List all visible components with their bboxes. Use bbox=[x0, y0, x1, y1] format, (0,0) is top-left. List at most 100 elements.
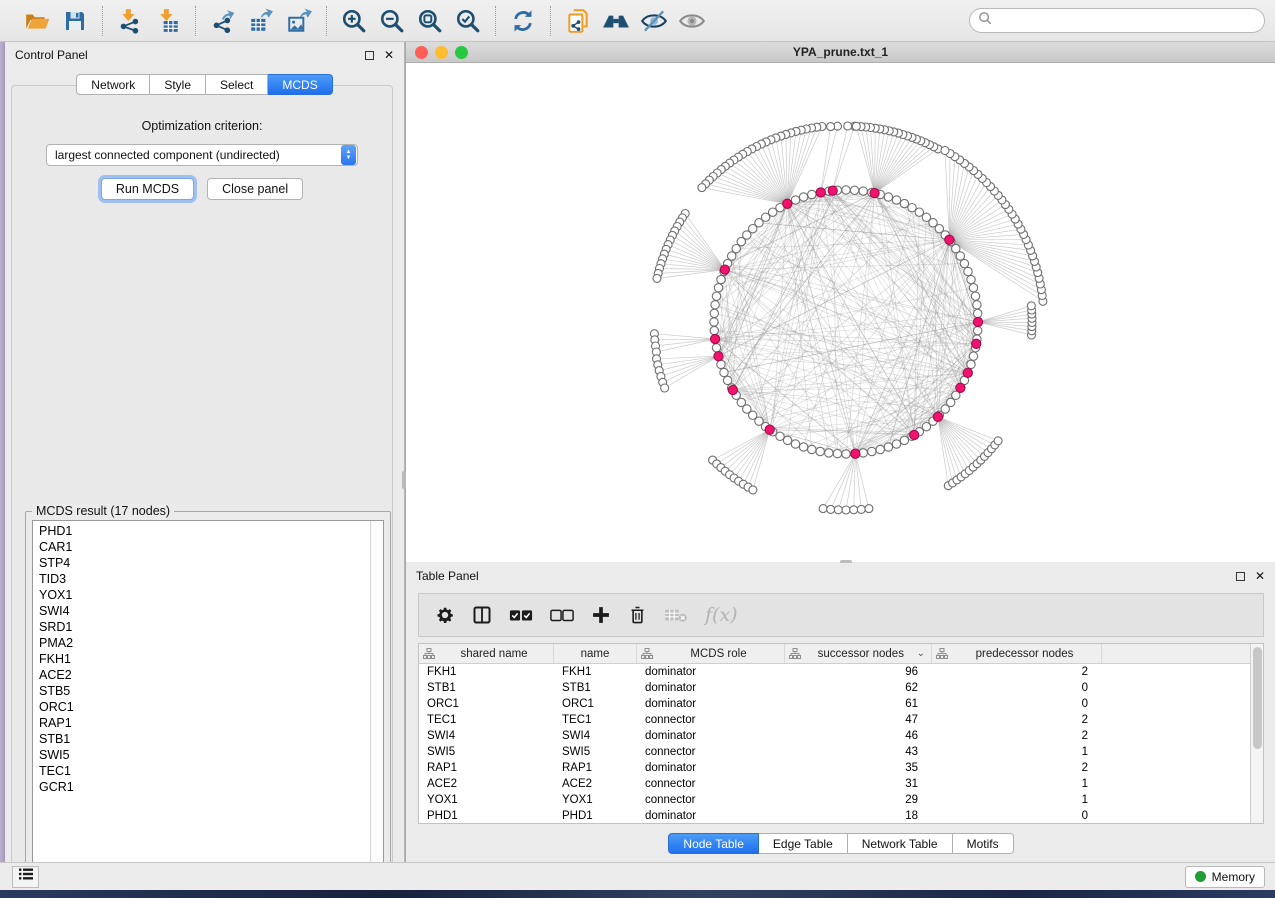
table-row[interactable]: PHD1PHD1dominator180 bbox=[419, 808, 1250, 823]
first-neighbors-button[interactable] bbox=[601, 6, 631, 36]
show-graphics-details-button[interactable] bbox=[677, 6, 707, 36]
table-row[interactable]: ORC1ORC1dominator610 bbox=[419, 696, 1250, 712]
table-row[interactable]: TEC1TEC1connector472 bbox=[419, 712, 1250, 728]
mcds-result-item[interactable]: ACE2 bbox=[39, 667, 370, 683]
close-window-icon[interactable] bbox=[415, 46, 428, 59]
mcds-result-item[interactable]: FKH1 bbox=[39, 651, 370, 667]
tab-mcds[interactable]: MCDS bbox=[268, 74, 332, 95]
cell-name[interactable]: SWI4 bbox=[554, 728, 637, 744]
column-header-predecessor-nodes[interactable]: predecessor nodes bbox=[932, 644, 1102, 663]
tab-select[interactable]: Select bbox=[206, 74, 268, 95]
close-panel-icon[interactable]: ✕ bbox=[384, 49, 394, 61]
cell-MCDS-role[interactable]: dominator bbox=[637, 664, 785, 680]
memory-button[interactable]: Memory bbox=[1185, 866, 1265, 888]
cell-successor-nodes[interactable]: 47 bbox=[785, 712, 932, 728]
table-row[interactable]: STB1STB1dominator620 bbox=[419, 680, 1250, 696]
mcds-result-item[interactable]: TEC1 bbox=[39, 763, 370, 779]
vertical-splitter-handle[interactable] bbox=[402, 471, 406, 489]
cell-predecessor-nodes[interactable]: 2 bbox=[932, 728, 1102, 744]
cell-name[interactable]: ACE2 bbox=[554, 776, 637, 792]
column-header-MCDS-role[interactable]: MCDS role bbox=[637, 644, 785, 663]
cell-successor-nodes[interactable]: 18 bbox=[785, 808, 932, 823]
tab-motifs[interactable]: Motifs bbox=[953, 833, 1014, 854]
mcds-result-item[interactable]: GCR1 bbox=[39, 779, 370, 795]
mcds-result-item[interactable]: PHD1 bbox=[39, 523, 370, 539]
cell-successor-nodes[interactable]: 29 bbox=[785, 792, 932, 808]
cell-name[interactable]: STB1 bbox=[554, 680, 637, 696]
cell-shared-name[interactable]: ORC1 bbox=[419, 696, 554, 712]
column-header-successor-nodes[interactable]: successor nodes⌄ bbox=[785, 644, 932, 663]
search-input[interactable] bbox=[993, 11, 1264, 31]
zoom-selected-button[interactable] bbox=[453, 6, 483, 36]
column-selector-button[interactable] bbox=[472, 602, 492, 628]
clear-table-button[interactable] bbox=[664, 602, 688, 628]
cell-predecessor-nodes[interactable]: 1 bbox=[932, 776, 1102, 792]
mcds-result-item[interactable]: SWI4 bbox=[39, 603, 370, 619]
column-header-name[interactable]: name bbox=[554, 644, 637, 663]
mcds-result-item[interactable]: YOX1 bbox=[39, 587, 370, 603]
zoom-in-button[interactable] bbox=[339, 6, 369, 36]
cell-MCDS-role[interactable]: connector bbox=[637, 744, 785, 760]
delete-column-button[interactable] bbox=[628, 602, 647, 628]
search-box[interactable] bbox=[969, 8, 1265, 33]
mcds-result-item[interactable]: SWI5 bbox=[39, 747, 370, 763]
mcds-result-item[interactable]: SRD1 bbox=[39, 619, 370, 635]
cell-successor-nodes[interactable]: 96 bbox=[785, 664, 932, 680]
cell-MCDS-role[interactable]: connector bbox=[637, 776, 785, 792]
select-all-rows-button[interactable] bbox=[509, 602, 533, 628]
cell-MCDS-role[interactable]: dominator bbox=[637, 760, 785, 776]
cell-MCDS-role[interactable]: dominator bbox=[637, 728, 785, 744]
cell-name[interactable]: SWI5 bbox=[554, 744, 637, 760]
clone-network-button[interactable] bbox=[563, 6, 593, 36]
mcds-result-item[interactable]: CAR1 bbox=[39, 539, 370, 555]
mcds-result-list[interactable]: PHD1CAR1STP4TID3YOX1SWI4SRD1PMA2FKH1ACE2… bbox=[32, 520, 384, 876]
tab-node-table[interactable]: Node Table bbox=[668, 833, 759, 854]
close-panel-button[interactable]: Close panel bbox=[207, 178, 303, 200]
cell-successor-nodes[interactable]: 46 bbox=[785, 728, 932, 744]
cell-name[interactable]: PHD1 bbox=[554, 808, 637, 823]
add-column-button[interactable] bbox=[591, 602, 611, 628]
cell-shared-name[interactable]: SWI5 bbox=[419, 744, 554, 760]
cell-predecessor-nodes[interactable]: 2 bbox=[932, 760, 1102, 776]
mcds-result-item[interactable]: STB5 bbox=[39, 683, 370, 699]
chevron-down-icon[interactable]: ⌄ bbox=[917, 648, 925, 659]
close-panel-icon[interactable]: ✕ bbox=[1255, 570, 1265, 582]
save-session-button[interactable] bbox=[60, 6, 90, 36]
cell-MCDS-role[interactable]: dominator bbox=[637, 808, 785, 823]
cell-name[interactable]: ORC1 bbox=[554, 696, 637, 712]
tab-network[interactable]: Network bbox=[76, 74, 150, 95]
cell-shared-name[interactable]: RAP1 bbox=[419, 760, 554, 776]
cell-successor-nodes[interactable]: 35 bbox=[785, 760, 932, 776]
table-row[interactable]: RAP1RAP1dominator352 bbox=[419, 760, 1250, 776]
hide-graphics-details-button[interactable] bbox=[639, 6, 669, 36]
table-row[interactable]: ACE2ACE2connector311 bbox=[419, 776, 1250, 792]
network-canvas[interactable] bbox=[406, 63, 1275, 562]
cell-predecessor-nodes[interactable]: 2 bbox=[932, 664, 1102, 680]
cell-shared-name[interactable]: ACE2 bbox=[419, 776, 554, 792]
cell-shared-name[interactable]: PHD1 bbox=[419, 808, 554, 823]
cell-successor-nodes[interactable]: 43 bbox=[785, 744, 932, 760]
cell-name[interactable]: TEC1 bbox=[554, 712, 637, 728]
cell-successor-nodes[interactable]: 62 bbox=[785, 680, 932, 696]
run-mcds-button[interactable]: Run MCDS bbox=[101, 178, 194, 200]
table-row[interactable]: SWI4SWI4dominator462 bbox=[419, 728, 1250, 744]
mcds-list-scrollbar[interactable] bbox=[370, 521, 383, 875]
export-image-button[interactable] bbox=[284, 6, 314, 36]
table-settings-button[interactable] bbox=[435, 602, 455, 628]
import-network-button[interactable] bbox=[115, 6, 145, 36]
mcds-result-item[interactable]: PMA2 bbox=[39, 635, 370, 651]
mcds-result-item[interactable]: STB1 bbox=[39, 731, 370, 747]
cell-shared-name[interactable]: STB1 bbox=[419, 680, 554, 696]
cell-predecessor-nodes[interactable]: 1 bbox=[932, 744, 1102, 760]
mcds-result-item[interactable]: TID3 bbox=[39, 571, 370, 587]
import-table-button[interactable] bbox=[153, 6, 183, 36]
cell-predecessor-nodes[interactable]: 1 bbox=[932, 792, 1102, 808]
cell-shared-name[interactable]: FKH1 bbox=[419, 664, 554, 680]
task-history-button[interactable] bbox=[12, 866, 39, 888]
function-builder-button[interactable]: f(x) bbox=[705, 602, 738, 628]
column-header-shared-name[interactable]: shared name bbox=[419, 644, 554, 663]
mcds-result-item[interactable]: STP4 bbox=[39, 555, 370, 571]
tab-style[interactable]: Style bbox=[150, 74, 206, 95]
cell-MCDS-role[interactable]: dominator bbox=[637, 696, 785, 712]
cell-predecessor-nodes[interactable]: 0 bbox=[932, 680, 1102, 696]
